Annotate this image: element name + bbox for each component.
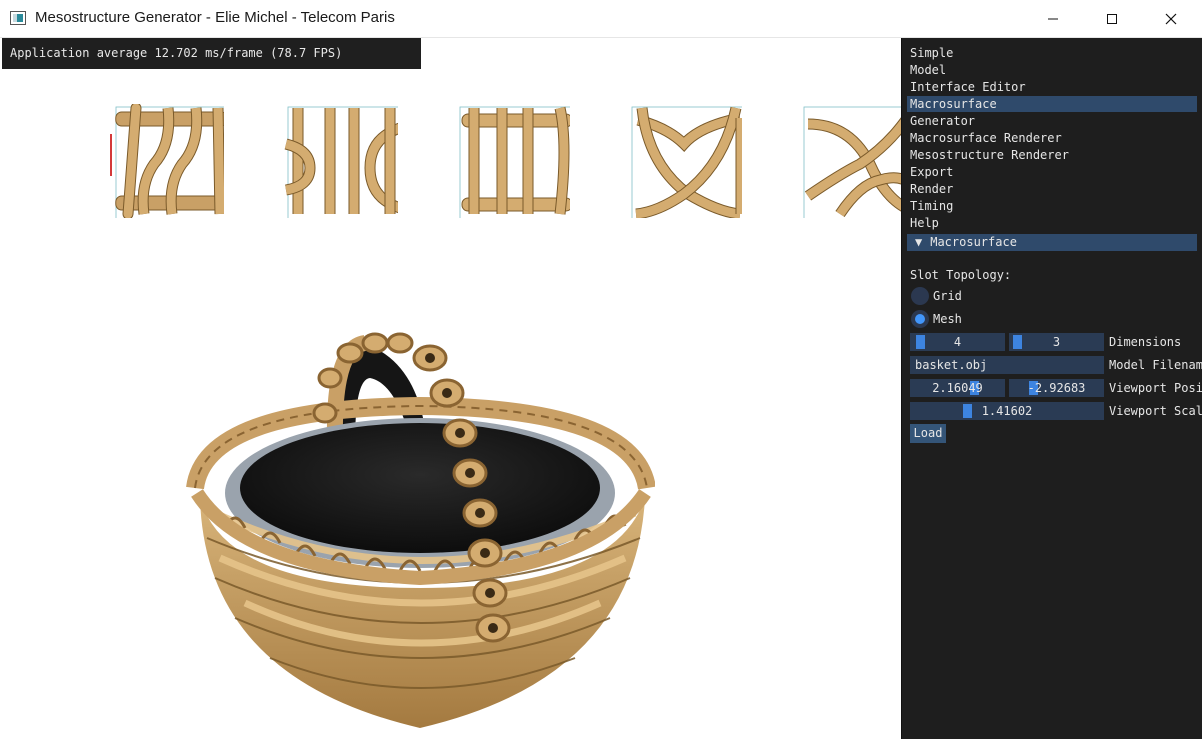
basket-model-render — [186, 332, 655, 728]
viewport-position-label: Viewport Posi — [1109, 381, 1202, 395]
radio-mesh[interactable] — [911, 310, 929, 328]
viewport-scale-slider[interactable]: 1.41602 — [910, 402, 1104, 420]
menu-item-simple[interactable]: Simple — [907, 45, 1197, 61]
window-title: Mesostructure Generator - Elie Michel - … — [35, 9, 395, 26]
load-button[interactable]: Load — [910, 424, 946, 443]
menu-item-render[interactable]: Render — [907, 181, 1197, 197]
section-header-macrosurface[interactable]: ▼ Macrosurface — [907, 234, 1197, 251]
tile-preview-3[interactable] — [456, 104, 570, 218]
tile-preview-1[interactable] — [110, 104, 224, 218]
viewport-pos-x-slider[interactable]: 2.16049 — [910, 379, 1005, 397]
slider-grab[interactable] — [963, 404, 972, 418]
dimensions-x-value: 4 — [953, 335, 962, 349]
radio-grid-label: Grid — [933, 289, 962, 303]
menu-item-macrosurface[interactable]: Macrosurface — [907, 96, 1197, 112]
viewport-pos-x-value: 2.16049 — [932, 381, 983, 395]
slider-grab[interactable] — [916, 335, 925, 349]
menu-item-model[interactable]: Model — [907, 62, 1197, 78]
menu-item-mesostructure-renderer[interactable]: Mesostructure Renderer — [907, 147, 1197, 163]
menu-item-export[interactable]: Export — [907, 164, 1197, 180]
radio-grid[interactable] — [911, 287, 929, 305]
minimize-button[interactable] — [1024, 0, 1082, 37]
control-panel: Simple Model Interface Editor Macrosurfa… — [901, 38, 1202, 739]
menu-item-macrosurface-renderer[interactable]: Macrosurface Renderer — [907, 130, 1197, 146]
fps-overlay: Application average 12.702 ms/frame (78.… — [2, 38, 421, 69]
maximize-button[interactable] — [1083, 0, 1141, 37]
section-header-label: Macrosurface — [930, 235, 1017, 249]
viewport-pos-y-value: -2.92683 — [1027, 381, 1086, 395]
close-button[interactable] — [1142, 0, 1200, 37]
model-filename-input[interactable]: basket.obj — [910, 356, 1104, 374]
minimize-icon — [1048, 18, 1058, 19]
maximize-icon — [1107, 13, 1117, 24]
viewport-scale-label: Viewport Scal — [1109, 404, 1202, 418]
dimensions-y-value: 3 — [1052, 335, 1061, 349]
dimensions-y-slider[interactable]: 3 — [1009, 333, 1104, 351]
slot-topology-label: Slot Topology: — [910, 268, 1012, 282]
slider-grab[interactable] — [1013, 335, 1022, 349]
render-viewport[interactable]: Application average 12.702 ms/frame (78.… — [0, 38, 901, 739]
collapse-triangle-icon: ▼ — [915, 235, 923, 249]
menu-item-interface-editor[interactable]: Interface Editor — [907, 79, 1197, 95]
tile-preview-5[interactable] — [800, 104, 901, 218]
menu-item-timing[interactable]: Timing — [907, 198, 1197, 214]
model-filename-label: Model Filenam — [1109, 358, 1202, 372]
menu-item-help[interactable]: Help — [907, 215, 1197, 231]
title-bar: Mesostructure Generator - Elie Michel - … — [0, 0, 1202, 38]
dimensions-label: Dimensions — [1109, 335, 1182, 349]
app-icon — [10, 11, 26, 25]
viewport-scale-value: 1.41602 — [981, 404, 1033, 418]
viewport-pos-y-slider[interactable]: -2.92683 — [1009, 379, 1104, 397]
radio-mesh-label: Mesh — [933, 312, 962, 326]
close-icon — [1165, 13, 1177, 24]
menu-item-generator[interactable]: Generator — [907, 113, 1197, 129]
tile-preview-2[interactable] — [284, 104, 398, 218]
tile-preview-4[interactable] — [628, 104, 742, 218]
dimensions-x-slider[interactable]: 4 — [910, 333, 1005, 351]
